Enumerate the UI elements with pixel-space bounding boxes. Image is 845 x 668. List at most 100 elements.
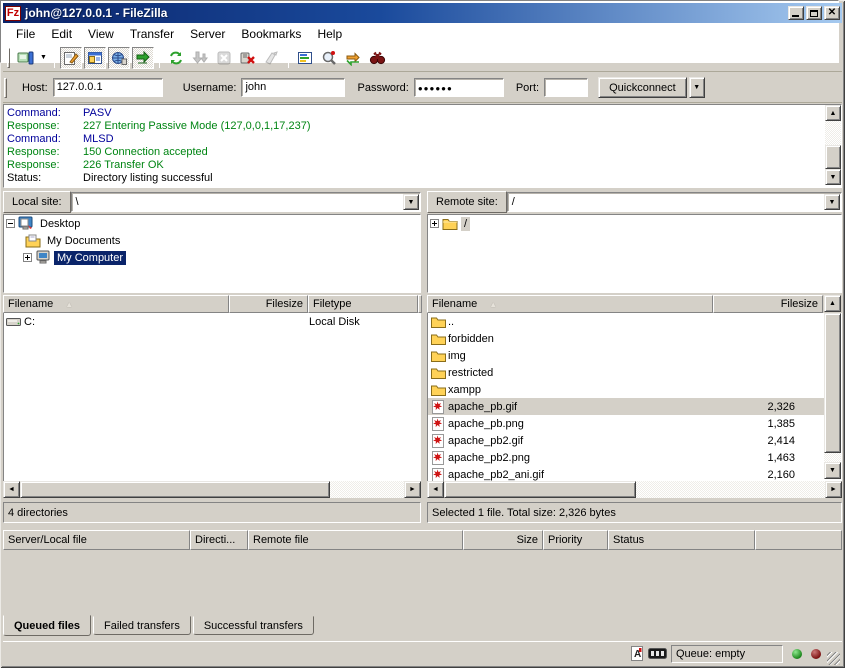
scroll-thumb[interactable] [444, 481, 636, 498]
tree-label[interactable]: My Documents [44, 234, 123, 248]
tree-label[interactable]: Desktop [37, 217, 83, 231]
column-header-filename[interactable]: Filename▲ [427, 295, 713, 313]
quickconnect-dropdown[interactable]: ▼ [689, 77, 705, 98]
column-header-filename[interactable]: Filename▲ [3, 295, 229, 313]
sync-browsing-button[interactable] [342, 47, 364, 69]
menu-help[interactable]: Help [309, 26, 350, 42]
toggle-local-tree-button[interactable] [84, 47, 106, 69]
toggle-queue-button[interactable] [132, 47, 154, 69]
menu-edit[interactable]: Edit [43, 26, 80, 42]
column-header-filetype[interactable]: Filetype [308, 295, 418, 313]
remote-site-combo[interactable]: / ▼ [507, 192, 842, 212]
column-header-priority[interactable]: Priority [543, 530, 608, 550]
quickconnect-grip[interactable] [4, 78, 7, 98]
toolbar-grip[interactable] [7, 48, 10, 68]
filter-button[interactable] [294, 47, 316, 69]
local-site-combo[interactable]: \ ▼ [71, 192, 421, 212]
close-button[interactable]: ✕ [824, 6, 840, 20]
remote-folder-row[interactable]: xampp [428, 381, 841, 398]
menu-file[interactable]: File [8, 26, 43, 42]
folder-icon [430, 316, 446, 328]
disconnect-button[interactable] [237, 47, 259, 69]
expand-icon[interactable] [23, 253, 32, 262]
remote-file-row-selected[interactable]: apache_pb.gif2,326 [428, 398, 841, 415]
remote-site-dropdown[interactable]: ▼ [824, 194, 840, 210]
remote-file-row[interactable]: apache_pb2.png1,463 [428, 449, 841, 466]
chevron-down-icon: ▼ [40, 54, 47, 61]
expand-icon[interactable] [430, 219, 439, 228]
remote-folder-row[interactable]: restricted [428, 364, 841, 381]
collapse-icon[interactable] [6, 219, 15, 228]
column-header-server-local-file[interactable]: Server/Local file [3, 530, 190, 550]
remote-file-row[interactable]: apache_pb2_ani.gif2,160 [428, 466, 841, 481]
local-file-list[interactable]: C: Local Disk [3, 313, 421, 481]
find-files-button[interactable] [366, 47, 388, 69]
remote-file-list[interactable]: .. forbidden img restricted xampp apache… [427, 313, 842, 481]
toggle-remote-tree-button[interactable] [108, 47, 130, 69]
site-manager-button[interactable] [14, 47, 36, 69]
cancel-button[interactable] [213, 47, 235, 69]
scroll-down-button[interactable]: ▼ [825, 169, 841, 185]
column-header-lastmodified[interactable]: L [418, 295, 422, 313]
column-header-direction[interactable]: Directi... [190, 530, 248, 550]
cancel-icon [216, 50, 232, 66]
process-queue-button[interactable] [189, 47, 211, 69]
resize-grip[interactable] [827, 652, 840, 665]
column-header-remote-file[interactable]: Remote file [248, 530, 463, 550]
local-site-value: \ [76, 196, 79, 208]
scroll-thumb[interactable] [20, 481, 330, 498]
password-input[interactable]: ●●●●●● [414, 78, 504, 97]
tree-item-root[interactable]: / [428, 215, 841, 232]
remote-folder-row[interactable]: img [428, 347, 841, 364]
scroll-right-button[interactable]: ► [404, 481, 421, 498]
menu-view[interactable]: View [80, 26, 122, 42]
username-label: Username: [183, 82, 237, 94]
site-manager-dropdown[interactable]: ▼ [37, 47, 50, 69]
port-input[interactable] [544, 78, 588, 97]
sync-browsing-icon [345, 50, 361, 66]
scroll-up-button[interactable]: ▲ [824, 295, 841, 312]
minimize-button[interactable] [788, 6, 804, 20]
scroll-down-button[interactable]: ▼ [824, 462, 841, 479]
scroll-right-button[interactable]: ► [825, 481, 842, 498]
quickconnect-button[interactable]: Quickconnect [598, 77, 687, 98]
indicator-badge-icon [648, 648, 667, 659]
tree-item-my-computer[interactable]: My Computer [4, 249, 420, 266]
title-bar[interactable]: Fz john@127.0.0.1 - FileZilla ✕ [3, 3, 842, 23]
reconnect-button[interactable] [261, 47, 283, 69]
username-input[interactable]: john [241, 78, 345, 97]
maximize-button[interactable] [806, 6, 822, 20]
compare-button[interactable] [318, 47, 340, 69]
scroll-thumb[interactable] [825, 145, 841, 169]
column-header-size[interactable]: Size [463, 530, 543, 550]
scroll-thumb[interactable] [824, 313, 841, 453]
tab-failed-transfers[interactable]: Failed transfers [93, 616, 191, 635]
remote-folder-row[interactable]: forbidden [428, 330, 841, 347]
tab-queued-files[interactable]: Queued files [3, 615, 91, 636]
local-site-dropdown[interactable]: ▼ [403, 194, 419, 210]
message-log[interactable]: Command:PASV Response:227 Entering Passi… [3, 104, 842, 188]
local-file-row[interactable]: C: Local Disk [4, 313, 420, 330]
remote-file-row[interactable]: apache_pb2.gif2,414 [428, 432, 841, 449]
column-header-filesize[interactable]: Filesize [713, 295, 823, 313]
remote-folder-row[interactable]: .. [428, 313, 841, 330]
toggle-message-log-button[interactable] [60, 47, 82, 69]
tree-label-selected[interactable]: / [461, 217, 470, 231]
quickconnect-bar: Host: 127.0.0.1 Username: john Password:… [3, 73, 842, 103]
tree-label-selected[interactable]: My Computer [54, 251, 126, 265]
refresh-button[interactable] [165, 47, 187, 69]
menu-server[interactable]: Server [182, 26, 233, 42]
column-header-filesize[interactable]: Filesize [229, 295, 308, 313]
menu-bookmarks[interactable]: Bookmarks [233, 26, 309, 42]
tree-item-desktop[interactable]: Desktop [4, 215, 420, 232]
scroll-left-button[interactable]: ◄ [3, 481, 20, 498]
remote-file-row[interactable]: apache_pb.png1,385 [428, 415, 841, 432]
menu-transfer[interactable]: Transfer [122, 26, 182, 42]
transfer-type-button[interactable]: A [630, 646, 644, 661]
tab-successful-transfers[interactable]: Successful transfers [193, 616, 314, 635]
column-header-status[interactable]: Status [608, 530, 755, 550]
scroll-left-button[interactable]: ◄ [427, 481, 444, 498]
scroll-up-button[interactable]: ▲ [825, 105, 841, 121]
tree-item-my-documents[interactable]: My Documents [4, 232, 420, 249]
host-input[interactable]: 127.0.0.1 [53, 78, 163, 97]
